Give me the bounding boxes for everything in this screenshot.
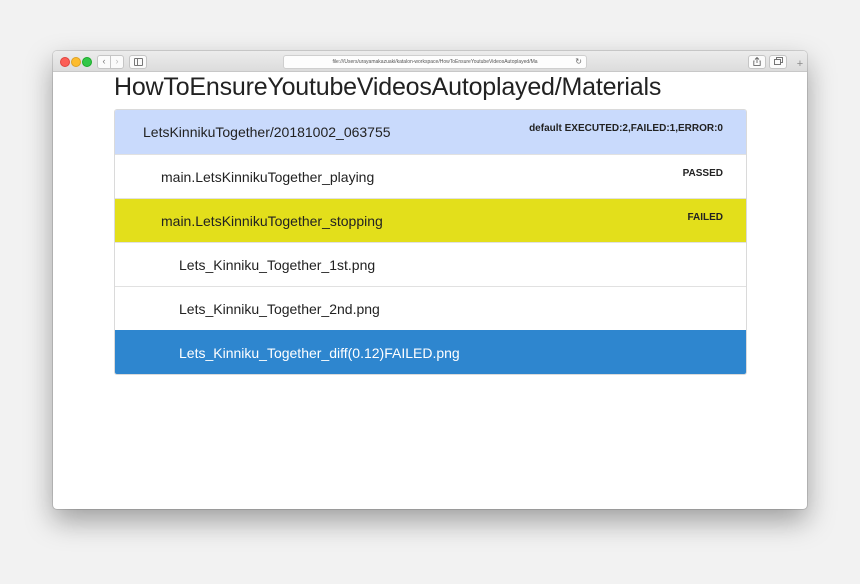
- tree-row-file[interactable]: Lets_Kinniku_Together_1st.png: [115, 242, 746, 286]
- page-content: HowToEnsureYoutubeVideosAutoplayed/Mater…: [53, 72, 807, 509]
- file-label: Lets_Kinniku_Together_1st.png: [179, 257, 376, 273]
- address-bar[interactable]: file:///Users/urayamakazuaki/katalon-wor…: [283, 55, 587, 69]
- file-label: Lets_Kinniku_Together_2nd.png: [179, 301, 380, 317]
- tree-row-case-failed[interactable]: main.LetsKinnikuTogether_stopping FAILED: [115, 198, 746, 242]
- tabs-icon: [773, 57, 783, 65]
- minimize-window-button[interactable]: [71, 57, 81, 67]
- forward-button[interactable]: ›: [110, 55, 124, 69]
- browser-window: ‹ › file:///Users/urayamakazuaki/katalon…: [53, 51, 807, 509]
- browser-toolbar: ‹ › file:///Users/urayamakazuaki/katalon…: [53, 51, 807, 72]
- chevron-right-icon: ›: [115, 56, 119, 66]
- status-badge: FAILED: [687, 212, 723, 223]
- suite-status: default EXECUTED:2,FAILED:1,ERROR:0: [529, 123, 723, 134]
- reload-icon[interactable]: ↻: [575, 56, 582, 68]
- sidebar-toggle-button[interactable]: [129, 55, 147, 69]
- case-label: main.LetsKinnikuTogether_playing: [161, 169, 375, 185]
- status-badge: PASSED: [682, 168, 723, 179]
- case-label: main.LetsKinnikuTogether_stopping: [161, 213, 383, 229]
- sidebar-icon: [134, 58, 143, 66]
- close-window-button[interactable]: [60, 57, 70, 67]
- zoom-window-button[interactable]: [82, 57, 92, 67]
- tree-row-file[interactable]: Lets_Kinniku_Together_2nd.png: [115, 286, 746, 330]
- file-label: Lets_Kinniku_Together_diff(0.12)FAILED.p…: [179, 345, 460, 361]
- share-button[interactable]: [748, 55, 766, 69]
- results-tree: LetsKinnikuTogether/20181002_063755 defa…: [114, 109, 747, 375]
- page-title: HowToEnsureYoutubeVideosAutoplayed/Mater…: [114, 73, 662, 101]
- tree-row-suite[interactable]: LetsKinnikuTogether/20181002_063755 defa…: [115, 110, 746, 154]
- show-tabs-button[interactable]: [769, 55, 787, 69]
- tree-row-case[interactable]: main.LetsKinnikuTogether_playing PASSED: [115, 154, 746, 198]
- url-text: file:///Users/urayamakazuaki/katalon-wor…: [332, 59, 538, 65]
- new-tab-button[interactable]: +: [794, 57, 806, 71]
- chevron-left-icon: ‹: [102, 56, 106, 66]
- share-icon: [753, 56, 761, 66]
- back-button[interactable]: ‹: [97, 55, 111, 69]
- suite-label: LetsKinnikuTogether/20181002_063755: [143, 124, 391, 140]
- tree-row-file-selected[interactable]: Lets_Kinniku_Together_diff(0.12)FAILED.p…: [115, 330, 746, 374]
